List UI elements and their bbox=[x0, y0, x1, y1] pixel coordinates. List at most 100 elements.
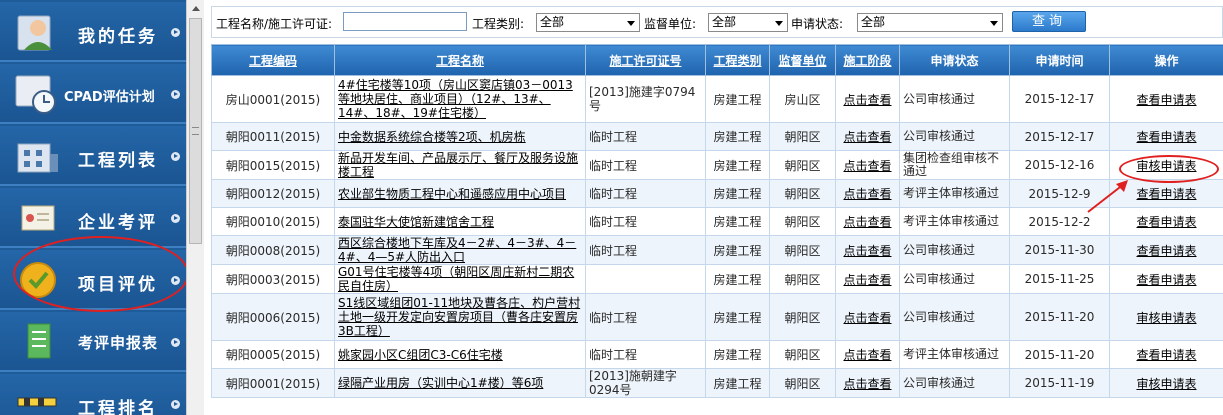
project-name-link[interactable]: G01号住宅楼等4项（朝阳区周庄新村二期农民自住房） bbox=[338, 266, 582, 293]
column-header[interactable]: 工程编码 bbox=[211, 44, 335, 76]
application-form-link[interactable]: 查看申请表 bbox=[1136, 273, 1196, 287]
stage-cell: 点击查看 bbox=[835, 293, 900, 341]
user-icon bbox=[17, 15, 52, 51]
application-status: 公司审核通过 bbox=[899, 235, 1010, 265]
stage-cell: 点击查看 bbox=[835, 150, 900, 180]
project-code: 朝阳0015(2015) bbox=[211, 150, 335, 180]
status-select[interactable]: 全部 bbox=[857, 13, 1003, 32]
view-stage-link[interactable]: 点击查看 bbox=[843, 348, 891, 362]
project-name-cell: G01号住宅楼等4项（朝阳区周庄新村二期农民自住房） bbox=[334, 264, 586, 294]
application-form-link[interactable]: 查看申请表 bbox=[1136, 130, 1196, 144]
chevron-right-icon bbox=[171, 338, 180, 347]
view-stage-link[interactable]: 点击查看 bbox=[843, 130, 891, 144]
table-row: 朝阳0001(2015) 绿隔产业用房（实训中心1#楼）等6项 [2013]施朝建字… bbox=[211, 368, 1223, 398]
project-name-link[interactable]: 新品开发车间、产品展示厅、餐厅及服务设施楼工程 bbox=[338, 152, 582, 179]
sidebar: 我的任务 CPAD评估计划 工程列表 企业考评 项目评优 考评申报表 工程排名 bbox=[0, 0, 186, 415]
application-date: 2015-11-20 bbox=[1009, 340, 1110, 369]
query-button[interactable]: 查询 bbox=[1012, 11, 1086, 32]
nav-item-project-list[interactable]: 工程列表 bbox=[0, 126, 186, 186]
project-category: 房建工程 bbox=[705, 75, 770, 123]
column-header[interactable]: 施工阶段 bbox=[835, 44, 900, 76]
column-header[interactable]: 工程名称 bbox=[334, 44, 586, 76]
project-name-link[interactable]: 绿隔产业用房（实训中心1#楼）等6项 bbox=[338, 376, 582, 390]
stage-cell: 点击查看 bbox=[835, 75, 900, 123]
view-stage-link[interactable]: 点击查看 bbox=[843, 159, 891, 173]
project-name-link[interactable]: 农业部生物质工程中心和遥感应用中心项目 bbox=[338, 187, 582, 201]
project-name-link[interactable]: 泰国驻华大使馆新建馆舍工程 bbox=[338, 215, 582, 229]
nav-item-project-ranking[interactable]: 工程排名 bbox=[0, 374, 186, 415]
nav-item-my-tasks[interactable]: 我的任务 bbox=[0, 2, 186, 62]
filter-bar: 工程名称/施工许可证: 工程类别: 全部 监督单位: 全部 申请状态: 全部 查… bbox=[211, 6, 1223, 38]
project-code: 朝阳0012(2015) bbox=[211, 179, 335, 208]
view-stage-link[interactable]: 点击查看 bbox=[843, 244, 891, 258]
permit-number: 临时工程 bbox=[585, 122, 706, 151]
application-form-link[interactable]: 查看申请表 bbox=[1136, 348, 1196, 362]
nav-label: 项目评优 bbox=[78, 275, 158, 295]
type-select[interactable]: 全部 bbox=[536, 13, 640, 32]
project-name-link[interactable]: 4#住宅楼等10项（房山区窦店镇03－0013等地块居住、商业项目）（12#、1… bbox=[338, 78, 582, 120]
name-filter-input[interactable] bbox=[343, 12, 467, 31]
scroll-up-icon[interactable] bbox=[189, 2, 202, 15]
application-form-link[interactable]: 查看申请表 bbox=[1136, 244, 1196, 258]
table-row: 朝阳0011(2015) 中金数据系统综合楼等2项、机房栋 临时工程 房建工程 朝阳区点… bbox=[211, 122, 1223, 151]
application-date: 2015-12-17 bbox=[1009, 75, 1110, 123]
permit-number: 临时工程 bbox=[585, 179, 706, 208]
project-name-link[interactable]: S1线区域组团01-11地块及曹各庄、杓户营村土地一级开发定向安置房项目（曹各庄… bbox=[338, 296, 582, 338]
nav-item-review-form[interactable]: 考评申报表 bbox=[0, 312, 186, 372]
project-name-cell: 绿隔产业用房（实训中心1#楼）等6项 bbox=[334, 368, 586, 398]
supervision-unit: 朝阳区 bbox=[769, 368, 836, 398]
action-cell: 查看申请表 bbox=[1109, 207, 1223, 236]
grip-icon bbox=[192, 127, 199, 135]
column-header[interactable]: 工程类别 bbox=[705, 44, 770, 76]
application-status: 考评主体审核通过 bbox=[899, 179, 1010, 208]
table-row: 房山0001(2015) 4#住宅楼等10项（房山区窦店镇03－0013等地块居住… bbox=[211, 75, 1223, 123]
table-header: 工程编码 工程名称 施工许可证号 工程类别 监督单位 施工阶段 申请状态 申请时… bbox=[211, 44, 1223, 76]
chevron-right-icon bbox=[171, 214, 180, 223]
column-header[interactable]: 施工许可证号 bbox=[585, 44, 706, 76]
view-stage-link[interactable]: 点击查看 bbox=[843, 187, 891, 201]
project-category: 房建工程 bbox=[705, 235, 770, 265]
nav-item-enterprise-review[interactable]: 企业考评 bbox=[0, 188, 186, 248]
application-date: 2015-12-2 bbox=[1009, 207, 1110, 236]
project-category: 房建工程 bbox=[705, 368, 770, 398]
stage-cell: 点击查看 bbox=[835, 235, 900, 265]
action-cell: 审核申请表 bbox=[1109, 368, 1223, 398]
chevron-right-icon bbox=[171, 90, 180, 99]
view-stage-link[interactable]: 点击查看 bbox=[843, 377, 891, 391]
view-stage-link[interactable]: 点击查看 bbox=[843, 311, 891, 325]
application-form-link[interactable]: 查看申请表 bbox=[1136, 215, 1196, 229]
supervision-unit: 朝阳区 bbox=[769, 264, 836, 294]
application-status: 集团检查组审核不通过 bbox=[899, 150, 1010, 180]
application-form-link[interactable]: 审核申请表 bbox=[1136, 159, 1196, 173]
application-status: 公司审核通过 bbox=[899, 75, 1010, 123]
application-status: 考评主体审核通过 bbox=[899, 207, 1010, 236]
table-row: 朝阳0006(2015) S1线区域组团01-11地块及曹各庄、杓户营村土地一级开… bbox=[211, 293, 1223, 341]
project-name-link[interactable]: 西区综合楼地下车库及4－2#、4－3#、4－4#、4—5#人防出入口 bbox=[338, 237, 582, 264]
project-name-cell: 4#住宅楼等10项（房山区窦店镇03－0013等地块居住、商业项目）（12#、1… bbox=[334, 75, 586, 123]
application-form-link[interactable]: 查看申请表 bbox=[1136, 93, 1196, 107]
application-form-link[interactable]: 查看申请表 bbox=[1136, 187, 1196, 201]
view-stage-link[interactable]: 点击查看 bbox=[843, 215, 891, 229]
application-form-link[interactable]: 审核申请表 bbox=[1136, 311, 1196, 325]
unit-select[interactable]: 全部 bbox=[708, 13, 788, 32]
project-name-link[interactable]: 中金数据系统综合楼等2项、机房栋 bbox=[338, 130, 582, 144]
scrollbar-thumb[interactable] bbox=[189, 18, 202, 244]
sidebar-scrollbar[interactable] bbox=[186, 0, 204, 415]
nav-item-cpad-plan[interactable]: CPAD评估计划 bbox=[0, 64, 186, 124]
column-header: 操作 bbox=[1109, 44, 1223, 76]
view-stage-link[interactable]: 点击查看 bbox=[843, 93, 891, 107]
permit-number: [2013]施建字0794号 bbox=[585, 75, 706, 123]
unit-filter-label: 监督单位: bbox=[644, 17, 697, 31]
view-stage-link[interactable]: 点击查看 bbox=[843, 273, 891, 287]
permit-number: 临时工程 bbox=[585, 235, 706, 265]
project-name-link[interactable]: 姚家园小区C组团C3-C6住宅楼 bbox=[338, 348, 582, 362]
project-name-cell: 中金数据系统综合楼等2项、机房栋 bbox=[334, 122, 586, 151]
supervision-unit: 朝阳区 bbox=[769, 340, 836, 369]
stage-cell: 点击查看 bbox=[835, 179, 900, 208]
project-category: 房建工程 bbox=[705, 150, 770, 180]
column-header[interactable]: 监督单位 bbox=[769, 44, 836, 76]
application-form-link[interactable]: 审核申请表 bbox=[1136, 377, 1196, 391]
permit-number: 临时工程 bbox=[585, 340, 706, 369]
table-row: 朝阳0003(2015) G01号住宅楼等4项（朝阳区周庄新村二期农民自住房） 房建… bbox=[211, 264, 1223, 294]
nav-item-project-award[interactable]: 项目评优 bbox=[0, 250, 186, 310]
